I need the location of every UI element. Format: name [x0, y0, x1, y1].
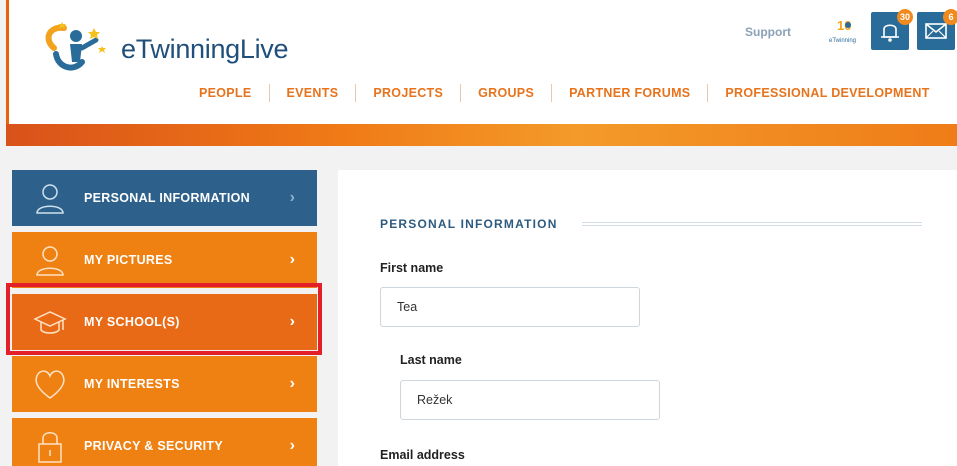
lock-icon: [38, 432, 62, 463]
user-icon: [36, 184, 64, 214]
nav-partner-forums[interactable]: PARTNER FORUMS: [552, 84, 709, 102]
logo-text: eTwinningLive: [121, 34, 289, 64]
chevron-right-icon: ›: [289, 375, 295, 392]
chevron-right-icon: ›: [289, 189, 295, 206]
personal-information-panel: PERSONAL INFORMATION First name Tea Last…: [338, 170, 957, 466]
notifications-button[interactable]: 30: [871, 9, 913, 50]
sidebar-item-label: MY INTERESTS: [84, 377, 180, 391]
sidebar-item-my-interests[interactable]: MY INTERESTS ›: [12, 356, 317, 412]
site-header: eTwinningLive PEOPLE EVENTS PROJECTS GRO…: [0, 0, 957, 148]
logo-figure-icon: [45, 22, 106, 71]
page: eTwinningLive PEOPLE EVENTS PROJECTS GRO…: [0, 0, 957, 466]
nav-people[interactable]: PEOPLE: [182, 84, 270, 102]
main-nav: PEOPLE EVENTS PROJECTS GROUPS PARTNER FO…: [182, 84, 930, 102]
heart-icon: [35, 370, 65, 399]
nav-groups[interactable]: GROUPS: [461, 84, 553, 102]
header-orange-band: [6, 124, 957, 146]
nav-projects[interactable]: PROJECTS: [356, 84, 462, 102]
section-title: PERSONAL INFORMATION: [380, 217, 558, 231]
badge-label: eTwinning: [829, 38, 856, 44]
sidebar-item-label: PRIVACY & SECURITY: [84, 439, 223, 453]
support-link[interactable]: Support: [745, 25, 791, 39]
first-name-field[interactable]: Tea: [380, 287, 640, 327]
anniversary-badge-icon: 10 eTwinning: [829, 18, 856, 44]
user-outline-icon: [36, 246, 64, 276]
etwinning-logo[interactable]: eTwinningLive: [36, 18, 326, 78]
sidebar-item-privacy-security[interactable]: PRIVACY & SECURITY ›: [12, 418, 317, 466]
messages-count: 6: [943, 9, 957, 25]
chevron-right-icon: ›: [289, 437, 295, 454]
nav-professional-development[interactable]: PROFESSIONAL DEVELOPMENT: [708, 84, 929, 102]
email-label: Email address: [380, 448, 465, 462]
section-divider: [582, 222, 922, 226]
last-name-label: Last name: [400, 353, 462, 367]
sidebar-item-label: PERSONAL INFORMATION: [84, 191, 250, 205]
messages-button[interactable]: 6: [917, 9, 957, 50]
sidebar-item-personal-information[interactable]: PERSONAL INFORMATION ›: [12, 170, 317, 226]
sidebar-item-my-pictures[interactable]: MY PICTURES ›: [12, 232, 317, 288]
first-name-label: First name: [380, 261, 444, 275]
nav-events[interactable]: EVENTS: [270, 84, 357, 102]
notifications-count: 30: [896, 9, 913, 25]
sidebar-item-label: MY PICTURES: [84, 253, 173, 267]
chevron-right-icon: ›: [289, 251, 295, 268]
highlight-box: [6, 283, 322, 355]
etwinning-10-badge[interactable]: 10 eTwinning: [826, 12, 862, 48]
last-name-field[interactable]: Režek: [400, 380, 660, 420]
